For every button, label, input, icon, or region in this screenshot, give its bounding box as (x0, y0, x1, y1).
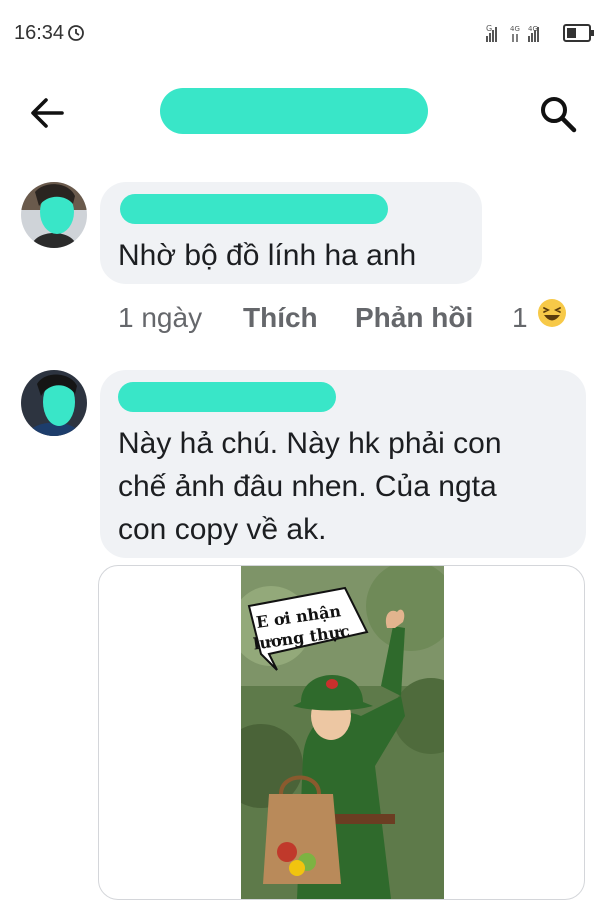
avatar[interactable] (21, 370, 87, 436)
comment-timestamp: 1 ngày (118, 302, 203, 333)
comment-attachment[interactable]: E ơi nhận lương thực (98, 565, 585, 900)
like-button[interactable]: Thích (243, 302, 318, 334)
comment-text-line: con copy về ak. (118, 513, 327, 546)
comment-actions: 1 ngày Thích Phản hồi 1 (118, 298, 578, 342)
screen-bottom-edge (0, 905, 600, 918)
signal-icon: G 4G 4G (486, 24, 539, 42)
reaction-count[interactable]: 1 (512, 302, 528, 334)
avatar-image (21, 370, 87, 436)
haha-emoji-icon[interactable] (537, 298, 567, 328)
alarm-icon (68, 25, 84, 41)
comment-bubble[interactable]: Nhờ bộ đồ lính ha anh (100, 182, 482, 284)
status-time: 16:34 (14, 22, 65, 44)
redacted-author-name (118, 382, 336, 412)
redacted-author-name (120, 194, 388, 224)
comment-text-line: Này hả chú. Này hk phải con (118, 427, 502, 460)
svg-text:G: G (486, 24, 492, 33)
svg-text:4G: 4G (510, 25, 520, 33)
svg-text:4G: 4G (528, 25, 538, 33)
reply-button[interactable]: Phản hồi (355, 302, 473, 334)
avatar-image (21, 182, 87, 248)
comment-text: Nhờ bộ đồ lính ha anh (118, 239, 417, 272)
battery-icon (563, 24, 594, 42)
status-bar: 16:34 G 4G 4G (0, 0, 600, 64)
back-arrow-icon[interactable] (26, 92, 68, 134)
comment-bubble[interactable]: Này hả chú. Này hk phải con chế ảnh đâu … (100, 370, 586, 558)
redacted-page-title (160, 88, 428, 134)
avatar[interactable] (21, 182, 87, 248)
page-header (0, 70, 600, 154)
search-icon[interactable] (536, 92, 580, 136)
comment-text-line: chế ảnh đâu nhen. Của ngta (118, 470, 497, 503)
